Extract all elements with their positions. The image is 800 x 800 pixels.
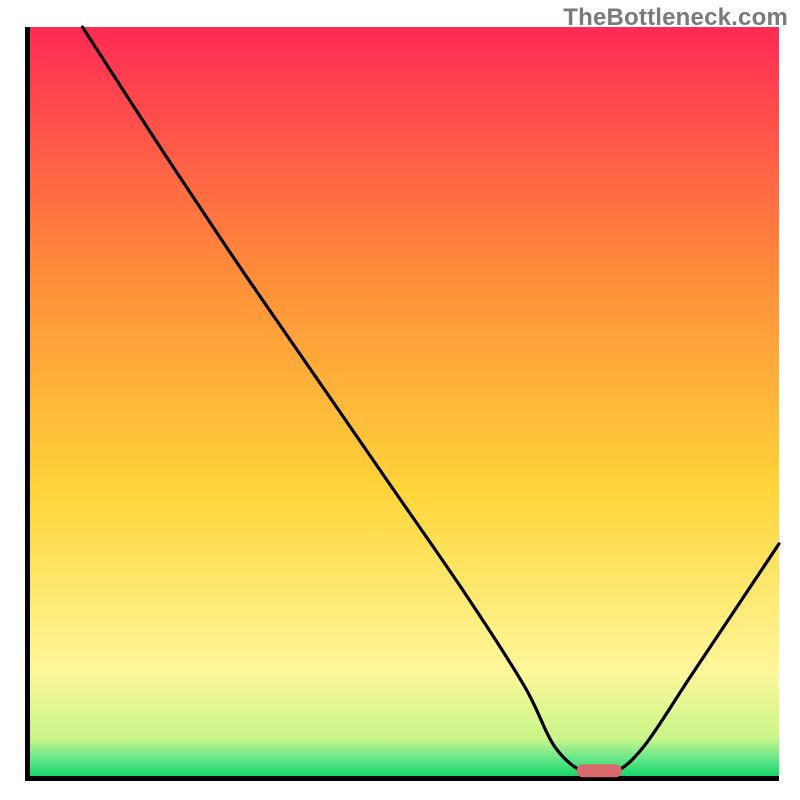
- bottleneck-curve: [82, 27, 779, 776]
- chart-stage: TheBottleneck.com: [0, 0, 800, 800]
- curve-layer: [30, 27, 779, 776]
- optimum-marker: [577, 764, 622, 777]
